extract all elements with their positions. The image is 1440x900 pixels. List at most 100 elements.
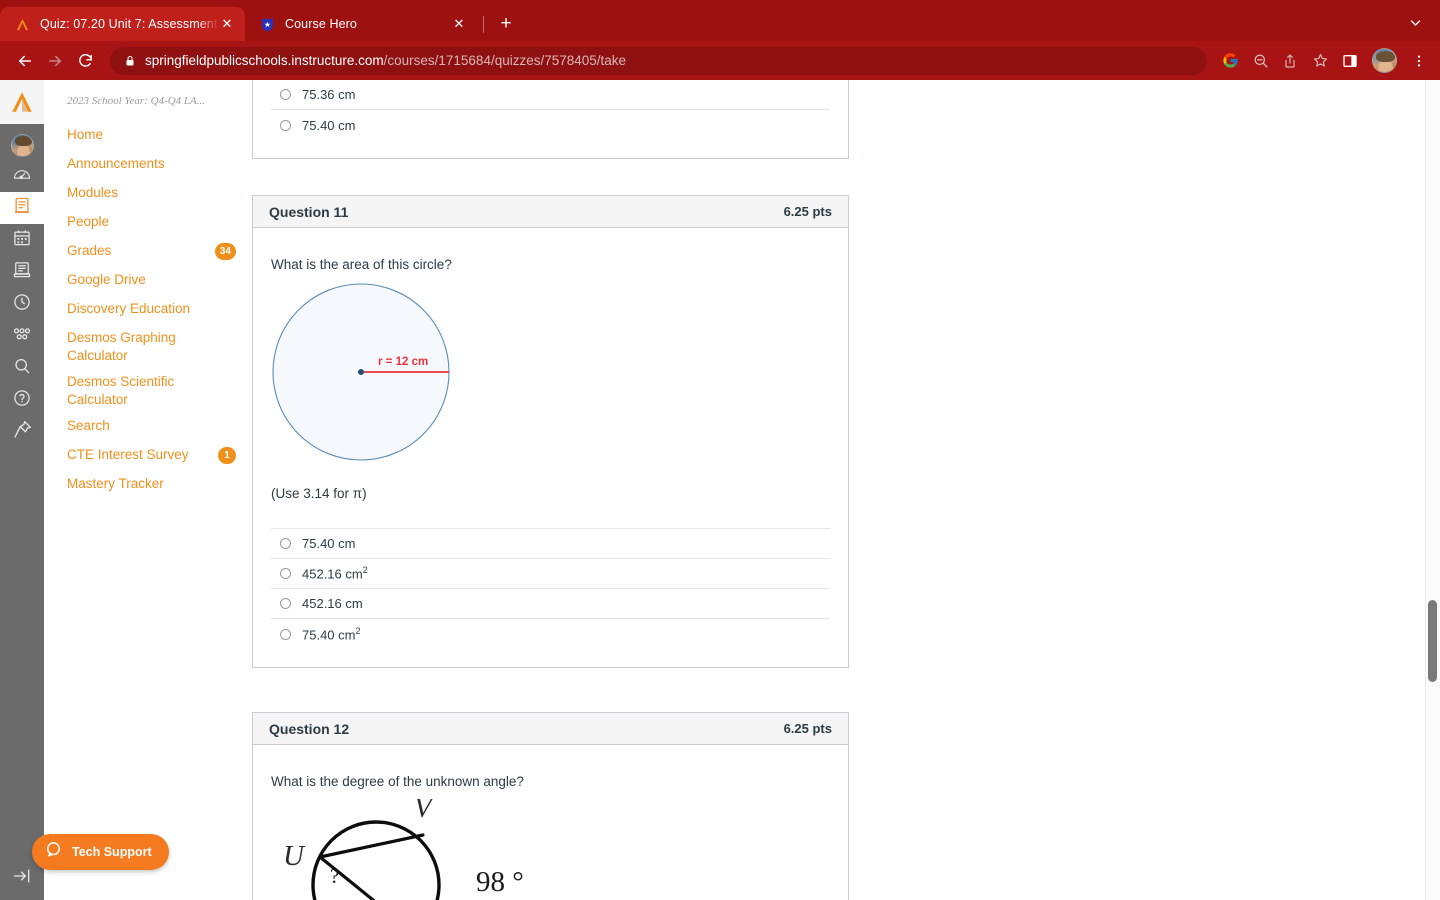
course-nav-item-mastery-tracker[interactable]: Mastery Tracker: [44, 471, 250, 500]
use-pi-note: (Use 3.14 for π): [271, 486, 367, 501]
answer-text: 75.40 cm2: [302, 625, 361, 643]
question-points: 6.25 pts: [783, 721, 832, 736]
answer-text: 452.16 cm: [302, 596, 363, 611]
global-nav-courses[interactable]: [0, 192, 44, 224]
canvas-logo-icon: [14, 16, 31, 33]
quiz-content: 75.36 cm 75.40 cm Question 11 6.25 pts W…: [250, 80, 1440, 900]
radio-button[interactable]: [280, 568, 291, 579]
profile-avatar[interactable]: [1372, 48, 1397, 73]
course-nav-item-modules[interactable]: Modules: [44, 180, 250, 209]
help-question-icon: [12, 388, 32, 413]
course-nav-item-people[interactable]: People: [44, 209, 250, 238]
pin-icon: [12, 419, 33, 445]
clock-icon: [12, 292, 32, 317]
question-title: Question 11: [269, 203, 349, 220]
course-nav-item-desmos-graphing-calculator[interactable]: Desmos Graphing Calculator: [44, 325, 250, 369]
course-nav-label: Grades: [67, 243, 112, 258]
global-nav-calendar[interactable]: [0, 224, 44, 256]
radio-button[interactable]: [280, 628, 291, 640]
address-bar[interactable]: springfieldpublicschools.instructure.com…: [110, 46, 1207, 75]
radio-button[interactable]: [280, 538, 291, 549]
tab-divider: [483, 16, 484, 33]
google-icon[interactable]: [1215, 46, 1245, 76]
course-nav-label: Home: [67, 127, 104, 142]
radio-button[interactable]: [280, 89, 291, 100]
course-nav-item-google-drive[interactable]: Google Drive: [44, 267, 250, 296]
radius-label: r = 12 cm: [378, 356, 428, 368]
course-nav-item-grades[interactable]: Grades 34: [44, 238, 250, 267]
cte-badge: 1: [218, 447, 236, 464]
radio-button[interactable]: [280, 598, 291, 609]
answer-row[interactable]: 452.16 cm2: [271, 559, 830, 589]
answer-row[interactable]: 75.40 cm: [271, 110, 830, 140]
browser-tab-quiz[interactable]: Quiz: 07.20 Unit 7: Assessment ✕: [0, 7, 245, 41]
share-icon[interactable]: [1275, 46, 1305, 76]
course-nav-item-cte-interest-survey[interactable]: CTE Interest Survey 1: [44, 442, 250, 471]
forward-icon[interactable]: [40, 46, 70, 76]
reload-icon[interactable]: [70, 46, 100, 76]
groups-icon: [11, 323, 33, 350]
bookmark-star-icon[interactable]: [1305, 46, 1335, 76]
global-nav-dashboard[interactable]: [0, 160, 44, 192]
global-nav-inbox[interactable]: [0, 256, 44, 288]
zoom-out-icon[interactable]: [1245, 46, 1275, 76]
global-nav-search[interactable]: [0, 352, 44, 384]
answer-row[interactable]: 452.16 cm: [271, 589, 830, 619]
circle-diagram: r = 12 cm: [271, 280, 830, 480]
global-nav-groups[interactable]: [0, 320, 44, 352]
course-nav-item-home[interactable]: Home: [44, 122, 250, 151]
question-box: Question 11 6.25 pts What is the area of…: [252, 195, 849, 668]
inbox-tray-icon: [12, 260, 32, 285]
toolbar-actions: [1215, 46, 1440, 76]
global-nav-help[interactable]: [0, 384, 44, 416]
question-points: 6.25 pts: [783, 204, 832, 219]
close-icon[interactable]: ✕: [451, 16, 467, 32]
global-nav-account[interactable]: [0, 124, 44, 160]
answer-row[interactable]: 75.40 cm: [271, 529, 830, 559]
side-panel-icon[interactable]: [1335, 46, 1365, 76]
course-nav-item-announcements[interactable]: Announcements: [44, 151, 250, 180]
answer-text: 75.36 cm: [302, 87, 356, 102]
course-nav-label: Search: [67, 418, 110, 433]
new-tab-button[interactable]: +: [492, 10, 520, 38]
course-nav-label: Modules: [67, 185, 119, 200]
question-header: Question 11 6.25 pts: [253, 196, 848, 228]
course-nav-label: CTE Interest Survey: [67, 447, 189, 462]
tab-title: Course Hero: [285, 17, 357, 31]
answer-text: 452.16 cm2: [302, 565, 368, 582]
tech-support-label: Tech Support: [72, 845, 152, 859]
course-nav-item-desmos-scientific-calculator[interactable]: Desmos Scientific Calculator: [44, 369, 250, 413]
courses-book-icon: [12, 196, 32, 221]
browser-tab-coursehero[interactable]: Course Hero ✕: [245, 7, 477, 41]
question-box: Question 12 6.25 pts What is the degree …: [252, 712, 849, 900]
user-avatar-icon: [10, 133, 34, 157]
course-nav-label: Google Drive: [67, 272, 146, 287]
page-scrollbar[interactable]: [1425, 80, 1440, 900]
global-nav-pin[interactable]: [0, 416, 44, 448]
course-nav-label: Announcements: [67, 156, 165, 171]
course-nav-item-search[interactable]: Search: [44, 413, 250, 442]
scrollbar-thumb[interactable]: [1428, 600, 1437, 682]
tech-support-button[interactable]: Tech Support: [32, 834, 169, 870]
close-icon[interactable]: ✕: [219, 16, 235, 32]
answer-row[interactable]: 75.36 cm: [271, 80, 830, 110]
url-path: /courses/1715684/quizzes/7578405/take: [383, 53, 627, 68]
answer-text: 75.40 cm: [302, 117, 356, 133]
back-icon[interactable]: [10, 46, 40, 76]
chrome-menu-icon[interactable]: [1404, 46, 1434, 76]
url-text: springfieldpublicschools.instructure.com…: [145, 53, 626, 68]
radio-button[interactable]: [280, 119, 291, 131]
course-nav-label: Desmos Scientific Calculator: [67, 374, 175, 407]
course-nav-label: Mastery Tracker: [67, 476, 164, 491]
question-header: Question 12 6.25 pts: [253, 713, 848, 745]
calendar-icon: [12, 228, 32, 253]
global-nav-history[interactable]: [0, 288, 44, 320]
course-nav-label: Discovery Education: [67, 301, 191, 316]
tab-strip: Quiz: 07.20 Unit 7: Assessment ✕ Course …: [0, 0, 1440, 41]
chevron-down-icon[interactable]: [1400, 7, 1430, 37]
course-nav-label: People: [67, 214, 110, 229]
canvas-logo-icon[interactable]: [0, 80, 44, 124]
lock-icon: [124, 55, 136, 67]
course-nav-item-discovery-education[interactable]: Discovery Education: [44, 296, 250, 325]
answer-row[interactable]: 75.40 cm2: [271, 619, 830, 649]
